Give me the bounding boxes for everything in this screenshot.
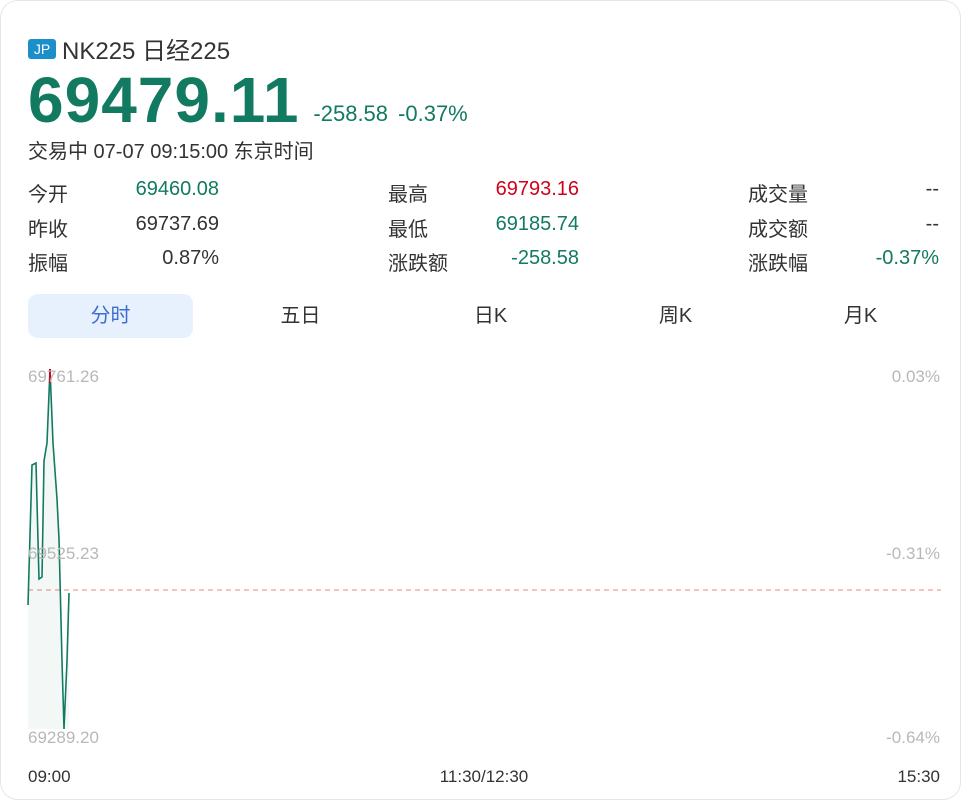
turnover-value: -- <box>925 213 939 235</box>
trading-status: 交易中 07-07 09:15:00 东京时间 <box>28 141 314 163</box>
chart-period-tabs: 分时 五日 日K 周K 月K <box>28 294 940 338</box>
tab-weekly-k[interactable]: 周K <box>593 294 758 338</box>
intraday-chart[interactable] <box>1 361 963 741</box>
open-value: 69460.08 <box>135 178 219 200</box>
volume-value: -- <box>925 178 939 200</box>
volume-label: 成交量 <box>748 184 808 206</box>
prev-close-label: 昨收 <box>28 219 68 241</box>
change-percent-value: -0.37% <box>875 247 939 269</box>
market-badge: JP <box>28 38 56 59</box>
tab-daily-k[interactable]: 日K <box>408 294 573 338</box>
y-axis-bottom-label: 69289.20 <box>28 728 99 747</box>
tab-five-day[interactable]: 五日 <box>218 294 383 338</box>
pct-axis-bottom-label: -0.64% <box>886 728 940 747</box>
amplitude-value: 0.87% <box>162 247 219 269</box>
price-row: 69479.11 -258.58 -0.37% <box>28 67 468 133</box>
low-label: 最低 <box>388 219 428 241</box>
pct-axis-mid-label: -0.31% <box>886 544 940 563</box>
time-axis-mid: 11:30/12:30 <box>439 767 529 786</box>
y-axis-top-label: 69761.26 <box>28 367 99 386</box>
amplitude-label: 振幅 <box>28 253 68 275</box>
high-value: 69793.16 <box>495 178 579 200</box>
high-label: 最高 <box>388 184 428 206</box>
change-percent-label: 涨跌幅 <box>748 253 808 275</box>
time-axis-start: 09:00 <box>28 767 71 786</box>
quote-card: JP NK225 日经225 69479.11 -258.58 -0.37% 交… <box>0 0 961 800</box>
open-label: 今开 <box>28 184 68 206</box>
y-axis-mid-label: 69525.23 <box>28 544 99 563</box>
change-amount-value: -258.58 <box>511 247 579 269</box>
low-value: 69185.74 <box>495 213 579 235</box>
turnover-label: 成交额 <box>748 219 808 241</box>
price-change: -258.58 <box>313 101 389 126</box>
pct-axis-top-label: 0.03% <box>891 367 940 386</box>
time-axis-end: 15:30 <box>897 767 940 786</box>
tab-monthly-k[interactable]: 月K <box>778 294 943 338</box>
index-title: NK225 日经225 <box>62 38 231 65</box>
title-row: JP NK225 日经225 <box>28 31 230 66</box>
price-change-percent: -0.37% <box>398 101 468 126</box>
current-price: 69479.11 <box>28 64 300 136</box>
prev-close-value: 69737.69 <box>135 213 219 235</box>
tab-intraday[interactable]: 分时 <box>28 294 193 338</box>
change-amount-label: 涨跌额 <box>388 253 448 275</box>
